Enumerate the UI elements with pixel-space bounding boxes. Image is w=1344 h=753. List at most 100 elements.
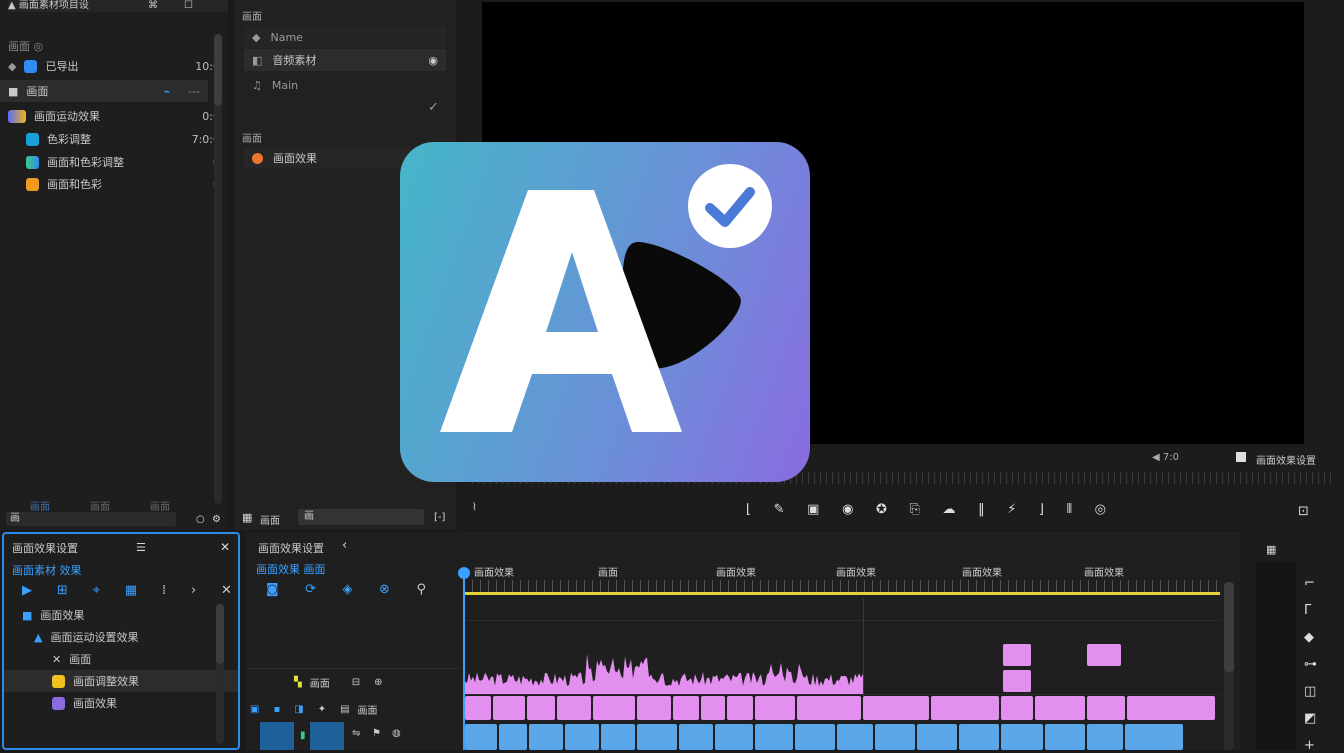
flag-icon[interactable]: ⚑ [372, 728, 381, 739]
close-icon[interactable]: ✕ [220, 539, 230, 555]
camera-icon[interactable]: ⎘ [910, 502, 920, 517]
project-item[interactable]: 色彩调整 7:0:0 [0, 128, 228, 150]
project-item[interactable]: 画面和色彩调整 0 [0, 151, 228, 173]
audio-clip[interactable] [931, 696, 999, 720]
effects-item[interactable]: 画面效果 [4, 692, 238, 714]
record-icon[interactable]: ◎ [1095, 502, 1106, 517]
wrench-icon[interactable]: ⚲ [416, 582, 426, 597]
audio-clip-small[interactable] [1003, 670, 1031, 692]
audio-clip-small[interactable] [1087, 644, 1121, 666]
step-back-icon[interactable]: ◉ [842, 502, 853, 517]
slip-tool-icon[interactable]: ◫ [1304, 684, 1317, 699]
chevron-left-icon[interactable]: ‹ [342, 538, 347, 554]
project-item[interactable]: 画面和色彩 0 [0, 173, 228, 195]
marker-icon[interactable]: ◈ [343, 582, 353, 597]
snap-icon[interactable]: ⌇ [472, 500, 477, 516]
playhead-handle[interactable] [458, 567, 470, 579]
video-clip[interactable] [1087, 724, 1123, 750]
work-area-bar[interactable] [464, 592, 1220, 595]
settings-icon[interactable]: ⚙ [212, 512, 221, 528]
video-clip[interactable] [637, 724, 677, 750]
audio-clip[interactable] [493, 696, 525, 720]
video-clip[interactable] [679, 724, 713, 750]
filter-icon[interactable]: ⊞ [57, 583, 68, 598]
effects-item[interactable]: ■ 画面效果 [4, 604, 238, 626]
video-clip[interactable] [499, 724, 527, 750]
track-select-icon[interactable]: Γ [1304, 603, 1317, 618]
track-header-v2[interactable]: ▮ ⇋ ⚑ ◍ [260, 722, 460, 750]
library-item[interactable]: ◆ Name [244, 26, 446, 48]
library-item[interactable]: ♫ Main [244, 74, 446, 96]
audio-clip[interactable] [637, 696, 671, 720]
audio-clip[interactable] [701, 696, 725, 720]
record-icon[interactable]: ◉ [428, 54, 438, 67]
mark-in-icon[interactable]: ⌊ [746, 502, 751, 517]
add-icon[interactable]: + [1304, 738, 1317, 753]
scroll-thumb[interactable] [216, 604, 224, 664]
video-clip[interactable] [837, 724, 873, 750]
audio-clip[interactable] [465, 696, 491, 720]
split-icon[interactable]: ⫴ [1067, 502, 1072, 517]
chevron-right-icon[interactable]: › [191, 583, 196, 598]
audio-clip[interactable] [755, 696, 795, 720]
target-icon[interactable] [310, 722, 344, 750]
project-item[interactable]: ◆ 已导出 10:0 [0, 55, 228, 77]
audio-clip[interactable] [1035, 696, 1085, 720]
audio-clip[interactable] [527, 696, 555, 720]
scroll-thumb[interactable] [214, 34, 222, 106]
selection-tool-icon[interactable]: ⌐ [1304, 576, 1317, 591]
target-icon[interactable] [260, 722, 294, 750]
audio-clip[interactable] [1087, 696, 1125, 720]
lightning-icon[interactable]: ⚡ [1007, 502, 1016, 517]
audio-clip[interactable] [1001, 696, 1033, 720]
toggle-icon[interactable]: ◨ [294, 704, 303, 715]
magnet-icon[interactable]: ⊗ [379, 582, 390, 597]
pen-icon[interactable]: ✎ [774, 502, 785, 517]
link-icon[interactable]: ⊟ [352, 677, 360, 688]
effects-item[interactable]: ✕ 画面 [4, 648, 238, 670]
library-footer-input[interactable]: 画 [298, 509, 424, 525]
video-clip[interactable] [529, 724, 563, 750]
play-icon[interactable]: ▶ [22, 583, 32, 598]
video-clip[interactable] [795, 724, 835, 750]
effects-tab[interactable]: 画面素材 效果 [12, 562, 82, 578]
audio-clip[interactable] [727, 696, 753, 720]
speaker-icon[interactable]: ◍ [392, 728, 401, 739]
video-clip[interactable] [917, 724, 957, 750]
scroll-thumb[interactable] [1224, 582, 1234, 672]
lock-icon[interactable]: ▤ [340, 704, 349, 715]
video-clip[interactable] [465, 724, 497, 750]
timeline-ruler[interactable]: 画面效果 画面 画面效果 画面效果 画面效果 画面效果 [464, 562, 1220, 596]
project-item[interactable]: ■ 画面 ⌁ --- [0, 80, 208, 102]
video-clip[interactable] [1001, 724, 1043, 750]
bars-icon[interactable]: ‖ [978, 502, 985, 517]
pin-icon[interactable]: ⌖ [93, 583, 100, 598]
video-clip[interactable] [755, 724, 793, 750]
effects-item[interactable]: 画面调整效果 [4, 670, 238, 692]
play-icon[interactable]: ✪ [876, 502, 887, 517]
timeline-sub[interactable]: 画面效果 画面 [256, 561, 326, 577]
project-search[interactable]: 画 [6, 512, 176, 526]
project-scrollbar[interactable] [214, 34, 222, 504]
video-clip[interactable] [875, 724, 915, 750]
export-frame-icon[interactable]: ▣ [807, 502, 819, 517]
eye-icon[interactable]: ▣ [250, 704, 259, 715]
solo-icon[interactable]: ✦ [318, 704, 326, 715]
razor-tool-icon[interactable]: ⊶ [1304, 657, 1317, 672]
grid-icon[interactable]: ▦ [242, 510, 252, 526]
audio-clip-small[interactable] [1003, 644, 1031, 666]
close-icon[interactable]: ✕ [221, 583, 232, 598]
audio-clip[interactable] [593, 696, 635, 720]
ripple-edit-icon[interactable]: ◆ [1304, 630, 1317, 645]
sync-icon[interactable]: ⇋ [352, 728, 360, 739]
lock-icon[interactable]: ⊕ [374, 677, 382, 688]
checkbox-icon[interactable] [1236, 452, 1246, 462]
video-clip[interactable] [565, 724, 599, 750]
checkmark-icon[interactable]: ✓ [428, 100, 439, 116]
sync-icon[interactable]: ▪ [273, 704, 280, 715]
settings-icon[interactable]: ⊡ [1298, 504, 1309, 520]
mute-icon[interactable]: ▚ [294, 677, 302, 688]
audio-clip[interactable] [673, 696, 699, 720]
video-clip[interactable] [1125, 724, 1183, 750]
track-header-audio[interactable]: ▚ 画面 ⊟ ⊕ [246, 668, 462, 696]
